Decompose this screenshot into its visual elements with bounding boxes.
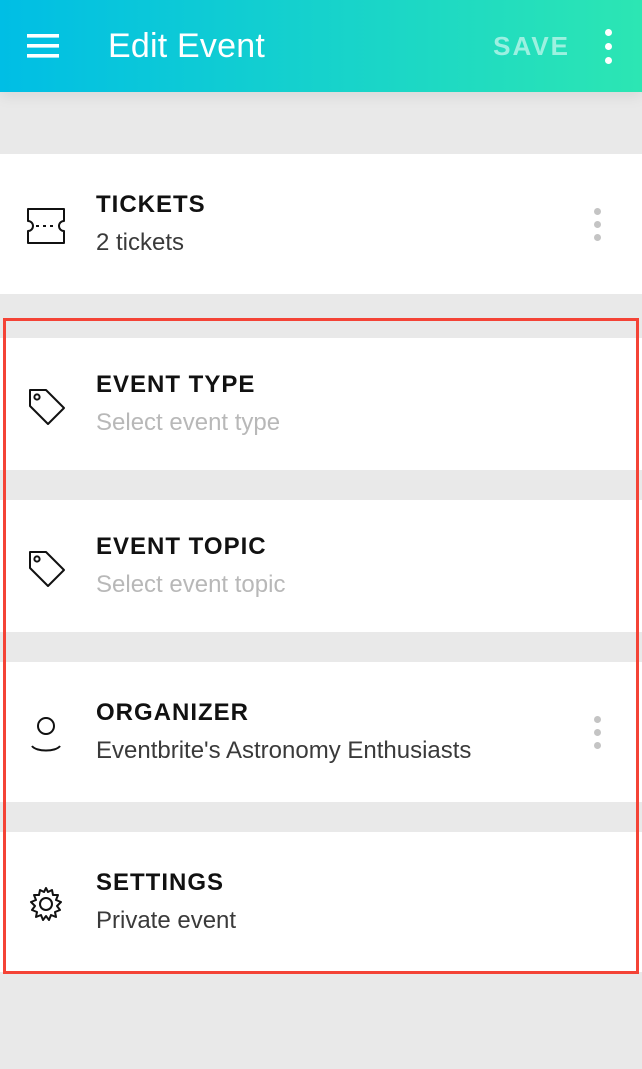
ticket-icon <box>24 205 68 247</box>
page-title: Edit Event <box>108 27 493 66</box>
row-event-type[interactable]: EVENT TYPE Select event type <box>0 338 642 470</box>
app-header: Edit Event SAVE <box>0 0 642 92</box>
row-placeholder-event-type: Select event type <box>96 409 620 437</box>
person-icon <box>24 712 68 756</box>
tag-icon <box>24 546 68 590</box>
organizer-overflow-button[interactable] <box>574 716 620 749</box>
row-organizer[interactable]: ORGANIZER Eventbrite's Astronomy Enthusi… <box>0 662 642 802</box>
row-tickets[interactable]: TICKETS 2 tickets <box>0 154 642 294</box>
row-subtitle-organizer: Eventbrite's Astronomy Enthusiasts <box>96 737 574 765</box>
row-title-organizer: ORGANIZER <box>96 699 574 727</box>
row-title-settings: SETTINGS <box>96 869 620 897</box>
row-placeholder-event-topic: Select event topic <box>96 571 620 599</box>
row-title-event-type: EVENT TYPE <box>96 371 620 399</box>
tickets-overflow-button[interactable] <box>574 208 620 241</box>
tag-icon <box>24 384 68 428</box>
row-event-topic[interactable]: EVENT TOPIC Select event topic <box>0 500 642 632</box>
vertical-dots-icon <box>594 208 601 241</box>
save-button[interactable]: SAVE <box>493 31 570 62</box>
row-title-tickets: TICKETS <box>96 191 574 219</box>
edit-event-screen: Edit Event SAVE TICKETS 2 tickets <box>0 0 642 1069</box>
row-title-event-topic: EVENT TOPIC <box>96 533 620 561</box>
hamburger-icon <box>27 34 59 58</box>
vertical-dots-icon <box>605 29 612 64</box>
header-overflow-button[interactable] <box>594 23 622 69</box>
row-settings[interactable]: SETTINGS Private event <box>0 832 642 972</box>
row-subtitle-tickets: 2 tickets <box>96 229 574 257</box>
row-subtitle-settings: Private event <box>96 907 620 935</box>
gear-icon <box>24 882 68 926</box>
menu-button[interactable] <box>20 23 66 69</box>
vertical-dots-icon <box>594 716 601 749</box>
